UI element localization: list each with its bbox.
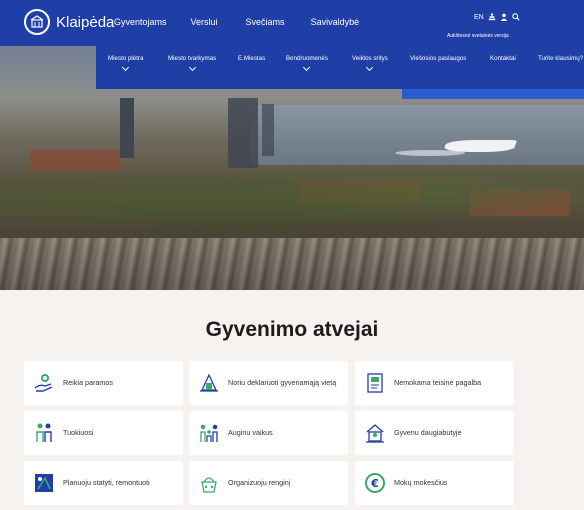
subnav-label: Bendruomenės <box>286 55 328 62</box>
subnav-label: E.Miestas <box>238 55 266 62</box>
card-label: Planuoju statyti, remontuoti <box>63 478 150 488</box>
user-icon[interactable] <box>500 13 508 21</box>
top-bar: Klaipėda Gyventojams Verslui Svečiams Sa… <box>0 0 584 46</box>
hero-boat <box>442 140 518 152</box>
subnav-kontaktai[interactable]: Kontaktai <box>490 55 516 62</box>
sub-nav: Miesto plėtra Miesto tvarkymas E.Miestas… <box>96 46 584 89</box>
hero-trees <box>0 165 584 235</box>
subnav-miesto-tvarkymas[interactable]: Miesto tvarkymas <box>168 55 217 72</box>
card-label: Gyvenu daugiabutyje <box>394 428 462 438</box>
nav-verslui[interactable]: Verslui <box>191 17 218 27</box>
hero-building <box>262 104 274 156</box>
life-case-card[interactable]: Noriu deklaruoti gyvenamąją vietą <box>189 361 348 405</box>
subnav-veiklos-sritys[interactable]: Veiklos sritys <box>352 55 388 72</box>
subnav-miesto-pletra[interactable]: Miesto plėtra <box>108 55 144 72</box>
logo[interactable]: Klaipėda <box>24 9 114 35</box>
subnav-label: Kontaktai <box>490 55 516 62</box>
nav-sveciams[interactable]: Svečiams <box>246 17 285 27</box>
hero-water <box>250 105 584 165</box>
subnav-label: Miesto plėtra <box>108 55 144 62</box>
language-switch[interactable]: EN <box>474 14 484 21</box>
card-label: Noriu deklaruoti gyvenamąją vietą <box>228 378 337 388</box>
couple-icon <box>33 422 55 444</box>
event-icon <box>198 472 220 494</box>
apartment-house-icon <box>364 422 386 444</box>
nav-savivaldybe[interactable]: Savivaldybė <box>311 17 360 27</box>
main-nav: Gyventojams Verslui Svečiams Savivaldybė <box>114 17 359 27</box>
card-label: Tuokiuosi <box>63 428 94 438</box>
subnav-label: Turite klausimų? <box>538 55 584 62</box>
contrast-version-link[interactable]: Aukštesnė svetainės versija <box>447 33 509 39</box>
section-title: Gyvenimo atvejai <box>205 318 379 341</box>
family-icon <box>198 422 220 444</box>
subnav-label: Veiklos sritys <box>352 55 388 62</box>
svg-text:€: € <box>370 477 379 490</box>
life-case-card[interactable]: Reikia paramos <box>24 361 183 405</box>
subnav-viesosios-paslaugos[interactable]: Viešosios paslaugos <box>410 55 466 62</box>
legal-document-icon <box>364 372 386 394</box>
subnav-e-miestas[interactable]: E.Miestas <box>238 55 265 62</box>
life-case-card[interactable]: Nemokama teisinė pagalba <box>355 361 514 405</box>
chevron-down-icon <box>366 63 374 72</box>
life-case-card[interactable]: Planuoju statyti, remontuoti <box>24 461 183 505</box>
chevron-down-icon <box>303 63 311 72</box>
search-icon[interactable] <box>512 13 520 21</box>
hero-building <box>120 98 134 158</box>
subnav-turite-klausimu[interactable]: Turite klausimų? <box>538 55 583 62</box>
subnav-bendruomenes[interactable]: Bendruomenės <box>286 55 328 72</box>
accessibility-icon[interactable] <box>488 13 496 21</box>
construction-plan-icon <box>33 472 55 494</box>
life-case-card[interactable]: Gyvenu daugiabutyje <box>355 411 514 455</box>
chevron-down-icon <box>122 63 130 72</box>
card-label: Auginu vaikus <box>228 428 273 438</box>
nav-gyventojams[interactable]: Gyventojams <box>114 17 167 27</box>
subnav-accent-bar <box>402 89 584 99</box>
subnav-label: Miesto tvarkymas <box>168 55 217 62</box>
brand-name: Klaipėda <box>56 13 115 31</box>
residence-declaration-icon <box>198 372 220 394</box>
city-crest-icon <box>24 9 50 35</box>
card-label: Nemokama teisinė pagalba <box>394 378 482 388</box>
card-label: Reikia paramos <box>63 378 113 388</box>
life-case-card[interactable]: Tuokiuosi <box>24 411 183 455</box>
card-label: Organizuoju renginį <box>228 478 291 488</box>
page: Klaipėda Gyventojams Verslui Svečiams Sa… <box>0 0 584 510</box>
utility-bar: EN <box>474 13 520 21</box>
life-case-card[interactable]: Auginu vaikus <box>189 411 348 455</box>
subnav-label: Viešosios paslaugos <box>410 55 467 62</box>
card-label: Mokų mokesčius <box>394 478 448 488</box>
hero-shade <box>0 238 584 290</box>
life-case-card[interactable]: € Mokų mokesčius <box>355 461 514 505</box>
support-hand-icon <box>33 372 55 394</box>
hero-building <box>228 98 258 168</box>
chevron-down-icon <box>188 63 196 72</box>
life-case-card[interactable]: Organizuoju renginį <box>189 461 348 505</box>
euro-coin-icon: € <box>364 472 386 494</box>
